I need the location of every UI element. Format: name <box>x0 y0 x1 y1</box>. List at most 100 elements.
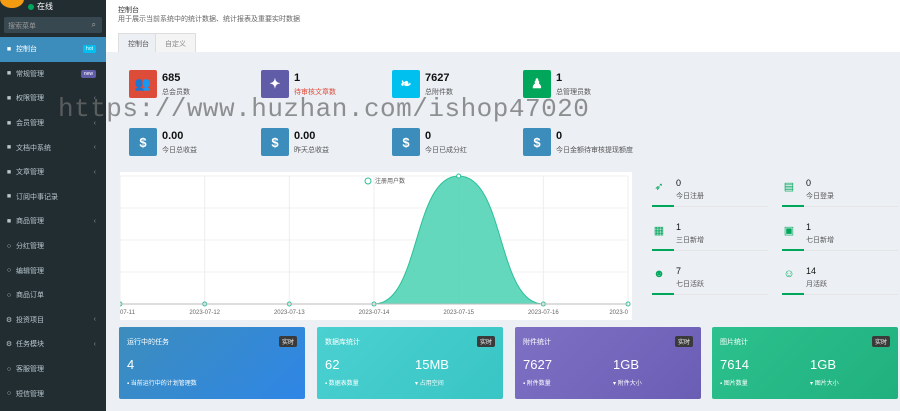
sidebar-item-7[interactable]: ■ 商品管理 ‹ <box>0 209 106 234</box>
sidebar: 在线 搜索菜单 ⌕ ■ 控制台 hot ■ 常规管理 new ■ 权限管理 ‹ ■ 会员管理 ‹ ■ 文档… <box>0 0 106 411</box>
activity-stat: ☺ 14 月活跃 <box>782 264 900 302</box>
activity-stat: ▤ 0 今日登录 <box>782 176 900 214</box>
divider <box>782 205 898 207</box>
card-label-secondary: ▾ 图片大小 <box>810 381 839 387</box>
sidebar-item-label: 分红管理 <box>16 243 44 251</box>
sidebar-item-9[interactable]: ○ 编辑管理 <box>0 258 106 283</box>
divider <box>782 293 898 295</box>
x-tick-label: 07-11 <box>120 310 136 316</box>
user-circle-icon: ■ <box>6 119 12 127</box>
sidebar-item-label: 投资项目 <box>16 316 44 324</box>
watermark-text: https://www.huzhan.com/ishop47020 <box>58 94 590 124</box>
tab-dashboard[interactable]: 控制台 <box>118 33 159 52</box>
card-value-primary: 7614 <box>720 357 749 372</box>
chevron-left-icon: ‹ <box>93 316 96 324</box>
stat-label: 今日金额待审核提现额度 <box>556 146 633 154</box>
file-icon: ■ <box>6 193 12 201</box>
realtime-badge: 实时 <box>871 336 890 347</box>
sidebar-menu: ■ 控制台 hot ■ 常规管理 new ■ 权限管理 ‹ ■ 会员管理 ‹ ■ 文档中系统 ‹ ■ 文章管理 ‹… <box>0 37 106 406</box>
stat-value: 1 <box>294 71 301 84</box>
x-tick-label: 2023-07-16 <box>528 310 559 316</box>
user-circle-icon: ☻ <box>653 268 665 280</box>
gear-icon: ⚙ <box>5 341 13 349</box>
activity-label: 月活跃 <box>806 281 827 288</box>
stat-label: 今日已成分红 <box>425 146 467 154</box>
sidebar-item-4[interactable]: ■ 文档中系统 ‹ <box>0 135 106 160</box>
menu-badge: new <box>80 69 96 78</box>
stat-value: 685 <box>162 71 181 84</box>
search-icon[interactable]: ⌕ <box>92 20 96 30</box>
chevron-left-icon: ‹ <box>93 340 96 348</box>
cube-icon: ■ <box>6 217 12 225</box>
activity-stat: ▦ 1 三日新增 <box>652 220 772 258</box>
search-input[interactable]: 搜索菜单 <box>8 23 36 30</box>
page-subtitle: 用于展示当前系统中的统计数据、统计报表及重要实时数据 <box>118 16 300 23</box>
x-tick-label: 2023-07-12 <box>189 310 220 316</box>
activity-value: 0 <box>676 178 682 188</box>
stat-value: 0.00 <box>162 129 184 142</box>
online-status: 在线 <box>28 1 53 12</box>
calendar-plus-icon: ▣ <box>783 225 795 237</box>
activity-stat: ▣ 1 七日新增 <box>782 220 900 258</box>
activity-label: 七日活跃 <box>676 281 704 288</box>
calendar-icon: ▦ <box>653 225 665 237</box>
circle-icon: ○ <box>6 267 12 275</box>
activity-value: 1 <box>806 222 812 232</box>
sidebar-item-5[interactable]: ■ 文章管理 ‹ <box>0 160 106 185</box>
gear-icon: ⚙ <box>5 316 13 324</box>
summary-card: 图片统计 实时 7614 ▪ 图片数量 1GB ▾ 图片大小 <box>712 327 898 399</box>
stat-box: $0.00 今日总收益 <box>129 126 197 158</box>
stat-label: 昨天总收益 <box>294 146 329 154</box>
activity-stat: ☻ 7 七日活跃 <box>652 264 772 302</box>
realtime-badge: 实时 <box>476 336 495 347</box>
stat-box: $0.00 昨天总收益 <box>261 126 329 158</box>
stat-value: 0 <box>425 129 432 142</box>
stat-value: 0.00 <box>294 129 316 142</box>
sidebar-item-14[interactable]: ○ 短信管理 <box>0 381 106 406</box>
summary-card: 数据库统计 实时 62 ▪ 数据表数量 15MB ▾ 占用空间 <box>317 327 503 399</box>
activity-value: 1 <box>676 222 682 232</box>
tab-custom[interactable]: 自定义 <box>155 33 196 52</box>
divider <box>782 249 898 251</box>
sidebar-item-0[interactable]: ■ 控制台 hot <box>0 37 106 62</box>
card-value-secondary: 1GB <box>613 357 640 372</box>
sidebar-item-label: 控制台 <box>16 46 37 54</box>
avatar[interactable] <box>0 0 24 8</box>
sidebar-item-11[interactable]: ⚙ 投资项目 ‹ <box>0 308 106 333</box>
divider <box>652 205 768 207</box>
circle-icon: ○ <box>6 390 12 398</box>
sidebar-item-12[interactable]: ⚙ 任务模块 ‹ <box>0 332 106 357</box>
registration-chart: 07-11 2023-07-12 2023-07-13 2023-07-14 2023-… <box>120 172 632 320</box>
activity-label: 七日新增 <box>806 237 834 244</box>
chart-background <box>120 172 632 320</box>
data-point <box>456 173 462 179</box>
sidebar-item-label: 商品管理 <box>16 218 44 226</box>
sidebar-item-label: 文档中系统 <box>16 144 51 152</box>
card-title: 运行中的任务 <box>127 339 169 346</box>
activity-stat: ➶ 0 今日注册 <box>652 176 772 214</box>
circle-icon: ○ <box>6 291 12 299</box>
dashboard-icon: ■ <box>6 45 12 53</box>
legend-label: 注册用户数 <box>375 177 405 185</box>
sidebar-item-label: 会员管理 <box>16 120 44 128</box>
sidebar-item-13[interactable]: ○ 客服管理 <box>0 357 106 382</box>
user-panel: 在线 <box>0 0 106 14</box>
dollar-icon: $ <box>523 128 551 156</box>
chevron-left-icon: ‹ <box>93 217 96 225</box>
sidebar-item-label: 客服管理 <box>16 366 44 374</box>
summary-card: 附件统计 实时 7627 ▪ 附件数量 1GB ▾ 附件大小 <box>515 327 701 399</box>
sidebar-item-6[interactable]: ■ 订阅中事记录 <box>0 185 106 210</box>
chevron-left-icon: ‹ <box>93 168 96 176</box>
sidebar-item-label: 任务模块 <box>16 341 44 349</box>
activity-value: 14 <box>806 266 817 276</box>
cogs-icon: ■ <box>6 70 12 78</box>
sidebar-item-1[interactable]: ■ 常规管理 new <box>0 62 106 87</box>
sidebar-item-label: 常规管理 <box>16 70 44 78</box>
activity-label: 三日新增 <box>676 237 704 244</box>
sidebar-item-8[interactable]: ○ 分红管理 <box>0 234 106 259</box>
sidebar-item-10[interactable]: ○ 商品订单 <box>0 283 106 308</box>
sidebar-search[interactable]: 搜索菜单 ⌕ <box>4 17 102 33</box>
stat-value: 1 <box>556 71 563 84</box>
card-label-primary: ▪ 图片数量 <box>720 381 748 387</box>
stat-value: 0 <box>556 129 563 142</box>
